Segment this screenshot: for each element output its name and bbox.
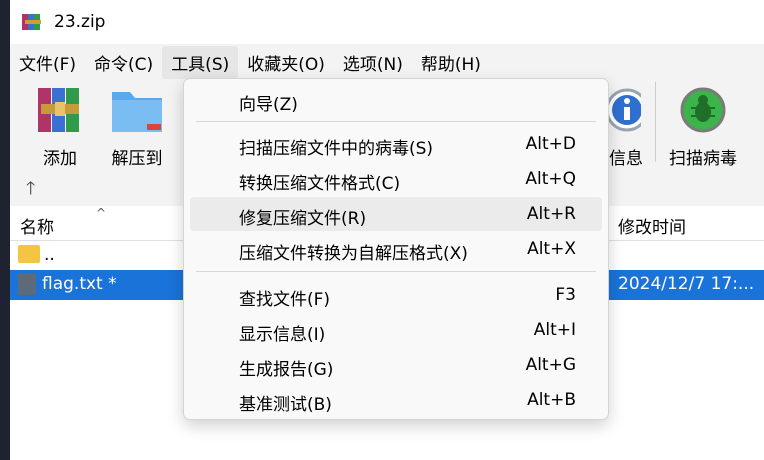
find-files-shortcut: F3 [555,285,576,305]
menu-item-convert-sfx[interactable]: 压缩文件转换为自解压格式(X) Alt+X [190,232,602,266]
menu-options[interactable]: 选项(N) [334,46,412,79]
menu-commands[interactable]: 命令(C) [85,46,162,79]
convert-format-shortcut: Alt+Q [525,169,576,189]
text-file-icon [18,273,36,295]
wizard-label: 向导(Z) [239,95,298,115]
repair-archive-label: 修复压缩文件(R) [239,209,367,229]
add-label: 添加 [43,149,77,169]
menu-tools[interactable]: 工具(S) [162,45,239,79]
scan-virus-shortcut: Alt+D [525,134,576,154]
title-bar: 23.zip [10,0,764,44]
tools-dropdown-menu: 向导(Z) 扫描压缩文件中的病毒(S) Alt+D 转换压缩文件格式(C) Al… [183,78,609,420]
menu-item-repair-archive[interactable]: 修复压缩文件(R) Alt+R [190,197,602,231]
add-button[interactable]: 添加 [23,84,97,169]
sort-ascending-icon: ^ [96,206,107,220]
column-modified-header[interactable]: 修改时间 [618,213,686,238]
menu-file[interactable]: 文件(F) [10,46,85,79]
file-modified-time: 2024/12/7 17:... [618,274,755,294]
parent-folder-name: .. [44,245,55,265]
winrar-window: 23.zip 文件(F) 命令(C) 工具(S) 收藏夹(O) 选项(N) 帮助… [10,0,764,460]
window-title: 23.zip [54,12,106,32]
toolbar-divider [655,82,656,162]
folder-icon [18,245,40,263]
show-info-label: 显示信息(I) [239,325,326,345]
benchmark-label: 基准测试(B) [239,395,332,415]
menu-help[interactable]: 帮助(H) [412,46,490,79]
file-name: flag.txt * [42,274,117,294]
scan-virus-menu-label: 扫描压缩文件中的病毒(S) [239,139,434,159]
menu-item-benchmark[interactable]: 基准测试(B) Alt+B [190,383,602,417]
convert-sfx-label: 压缩文件转换为自解压格式(X) [239,244,468,264]
extract-to-button[interactable]: 解压到 [100,84,174,169]
menu-separator [196,121,596,122]
show-info-shortcut: Alt+I [533,320,576,340]
add-archive-icon [38,88,79,132]
menu-separator [196,271,596,272]
column-name-header[interactable]: 名称 [20,213,54,238]
generate-report-shortcut: Alt+G [525,355,576,375]
menu-item-show-info[interactable]: 显示信息(I) Alt+I [190,313,602,347]
scan-virus-label: 扫描病毒 [669,149,737,169]
menu-item-convert-format[interactable]: 转换压缩文件格式(C) Alt+Q [190,162,602,196]
menu-item-find-files[interactable]: 查找文件(F) F3 [190,278,602,312]
generate-report-label: 生成报告(G) [239,360,334,380]
winrar-app-icon [22,12,44,32]
menu-favorites[interactable]: 收藏夹(O) [238,46,334,79]
repair-archive-shortcut: Alt+R [526,204,576,224]
scan-virus-button[interactable]: 扫描病毒 [663,84,743,169]
menu-item-wizard[interactable]: 向导(Z) [190,83,602,117]
extract-folder-icon [112,92,162,132]
benchmark-shortcut: Alt+B [527,390,576,410]
convert-format-label: 转换压缩文件格式(C) [239,174,401,194]
menu-item-scan-virus[interactable]: 扫描压缩文件中的病毒(S) Alt+D [190,127,602,161]
up-arrow-icon[interactable]: 🡑 [26,176,35,206]
desktop-edge [0,0,10,460]
find-files-label: 查找文件(F) [239,290,331,310]
virus-scan-icon [680,87,726,133]
menu-item-generate-report[interactable]: 生成报告(G) Alt+G [190,348,602,382]
extract-to-label: 解压到 [111,149,163,169]
convert-sfx-shortcut: Alt+X [527,239,576,259]
menu-bar: 文件(F) 命令(C) 工具(S) 收藏夹(O) 选项(N) 帮助(H) [10,45,764,79]
